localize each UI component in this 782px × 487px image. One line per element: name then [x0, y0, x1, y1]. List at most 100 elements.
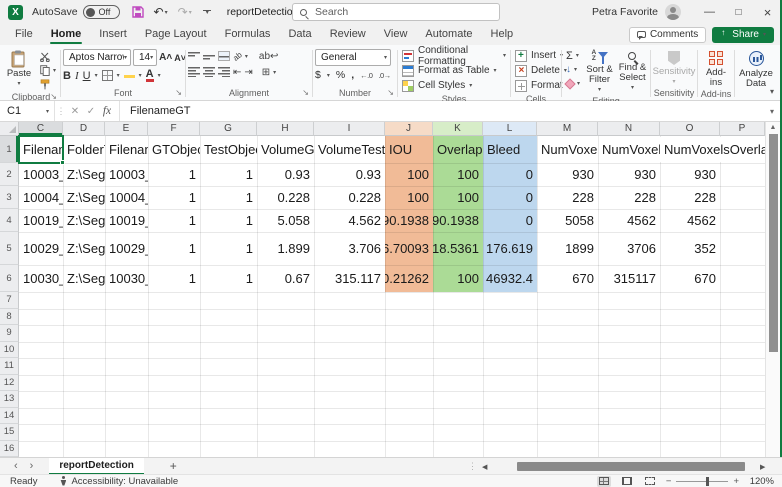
row-header-1[interactable]: 1	[0, 136, 19, 163]
cell-H4[interactable]: 5.058	[257, 209, 314, 232]
cell-N5[interactable]: 3706	[598, 232, 660, 265]
scroll-up-icon[interactable]: ▲	[766, 124, 780, 131]
formula-input[interactable]: FilenameGT	[119, 101, 762, 121]
cell-L2[interactable]: 0	[483, 163, 537, 186]
prev-sheet-button[interactable]: ‹	[14, 460, 18, 472]
zoom-out-button[interactable]: −	[666, 476, 672, 487]
orientation-dropdown[interactable]: ▾	[245, 53, 248, 60]
row-header-12[interactable]: 12	[0, 375, 19, 392]
cell-C2[interactable]: 10003_c	[19, 163, 63, 186]
cell-L1[interactable]: Bleed	[483, 136, 537, 163]
tab-review[interactable]: Review	[321, 24, 375, 45]
underline-dropdown[interactable]: ▾	[95, 72, 98, 79]
cell-O2[interactable]: 930	[660, 163, 720, 186]
search-input[interactable]: Search	[292, 3, 500, 21]
increase-font-size-button[interactable]: A˄	[159, 52, 172, 63]
row-header-16[interactable]: 16	[0, 441, 19, 458]
tab-formulas[interactable]: Formulas	[216, 24, 280, 45]
row-header-8[interactable]: 8	[0, 309, 19, 326]
tab-page-layout[interactable]: Page Layout	[136, 24, 216, 45]
cell-C5[interactable]: 10029_c	[19, 232, 63, 265]
addins-button[interactable]: Add-ins	[700, 48, 732, 88]
cell-G6[interactable]: 1	[200, 265, 257, 292]
collapse-ribbon-button[interactable]: ▾	[770, 87, 774, 96]
cell-I3[interactable]: 0.228	[314, 186, 385, 209]
row-header-4[interactable]: 4	[0, 209, 19, 232]
cell-M1[interactable]: NumVoxelsG	[537, 136, 598, 163]
cell-J5[interactable]: 6.70093	[385, 232, 433, 265]
insert-cells-button[interactable]: Insert▾	[513, 48, 559, 63]
cell-C3[interactable]: 10004_c	[19, 186, 63, 209]
minimize-button[interactable]: —	[695, 0, 724, 24]
font-name-select[interactable]: Aptos Narrow▾	[63, 49, 131, 66]
insert-function-button[interactable]: fx	[99, 105, 115, 117]
column-header-L[interactable]: L	[483, 122, 537, 136]
cell-N1[interactable]: NumVoxelsTe	[598, 136, 660, 163]
cell-O3[interactable]: 228	[660, 186, 720, 209]
comments-button[interactable]: Comments	[629, 27, 706, 43]
cell-F3[interactable]: 1	[148, 186, 200, 209]
borders-dropdown[interactable]: ▾	[117, 72, 120, 79]
bold-button[interactable]: B	[63, 70, 71, 82]
font-size-select[interactable]: 14▾	[133, 49, 157, 66]
align-left-button[interactable]	[188, 67, 200, 77]
fill-color-dropdown[interactable]: ▾	[139, 72, 142, 79]
page-layout-view-button[interactable]	[620, 476, 634, 487]
copy-button[interactable]: ▾	[38, 64, 58, 77]
vertical-scrollbar[interactable]: ▲	[765, 122, 780, 457]
cell-J2[interactable]: 100	[385, 163, 433, 186]
scroll-left-icon[interactable]: ◀	[482, 463, 487, 471]
row-header-15[interactable]: 15	[0, 424, 19, 441]
row-header-2[interactable]: 2	[0, 163, 19, 186]
close-button[interactable]: ×	[753, 0, 782, 24]
cell-H3[interactable]: 0.228	[257, 186, 314, 209]
number-dialog-launcher[interactable]: ↘	[387, 89, 394, 97]
formula-bar-expand-button[interactable]: ▾	[762, 107, 782, 116]
italic-button[interactable]: I	[75, 70, 79, 82]
cell-L6[interactable]: 46932.4	[483, 265, 537, 292]
name-box[interactable]: C1▾	[0, 101, 55, 121]
cell-J6[interactable]: 0.21262	[385, 265, 433, 292]
cell-N4[interactable]: 4562	[598, 209, 660, 232]
accounting-dropdown[interactable]: ▾	[327, 72, 330, 79]
cell-D2[interactable]: Z:\Segm	[63, 163, 105, 186]
new-sheet-button[interactable]: +	[170, 459, 177, 473]
align-right-button[interactable]	[218, 67, 230, 77]
avatar[interactable]	[665, 4, 681, 20]
cell-E4[interactable]: 10019_c	[105, 209, 148, 232]
cell-I4[interactable]: 4.562	[314, 209, 385, 232]
cut-button[interactable]	[38, 50, 58, 63]
zoom-slider[interactable]	[676, 481, 728, 482]
zoom-in-button[interactable]: +	[733, 476, 739, 487]
cell-I2[interactable]: 0.93	[314, 163, 385, 186]
cell-K5[interactable]: 18.5361	[433, 232, 483, 265]
cell-O5[interactable]: 352	[660, 232, 720, 265]
redo-button[interactable]: ↷▾	[178, 5, 192, 19]
cell-D5[interactable]: Z:\Segm	[63, 232, 105, 265]
horizontal-scrollbar-thumb[interactable]	[517, 462, 745, 471]
cell-D3[interactable]: Z:\Segm	[63, 186, 105, 209]
column-header-E[interactable]: E	[105, 122, 148, 136]
decrease-decimal-button[interactable]: .0→	[378, 71, 390, 80]
align-middle-button[interactable]	[203, 51, 215, 61]
namebox-splitter[interactable]: ⋮	[55, 106, 67, 117]
format-cells-button[interactable]: Format▾	[513, 78, 559, 93]
cell-K2[interactable]: 100	[433, 163, 483, 186]
increase-decimal-button[interactable]: ←.0	[360, 71, 372, 80]
cell-G3[interactable]: 1	[200, 186, 257, 209]
cell-G5[interactable]: 1	[200, 232, 257, 265]
column-header-J[interactable]: J	[385, 122, 433, 136]
cell-L3[interactable]: 0	[483, 186, 537, 209]
cell-N2[interactable]: 930	[598, 163, 660, 186]
page-break-view-button[interactable]	[643, 476, 657, 487]
row-header-10[interactable]: 10	[0, 342, 19, 359]
cell-M2[interactable]: 930	[537, 163, 598, 186]
cell-F6[interactable]: 1	[148, 265, 200, 292]
row-header-5[interactable]: 5	[0, 232, 19, 265]
font-color-button[interactable]: A	[146, 69, 154, 82]
confirm-entry-button[interactable]: ✓	[83, 106, 99, 117]
vertical-scrollbar-thumb[interactable]	[769, 134, 778, 352]
cell-J4[interactable]: 90.1938	[385, 209, 433, 232]
cell-J1[interactable]: IOU	[385, 136, 433, 163]
row-header-13[interactable]: 13	[0, 391, 19, 408]
